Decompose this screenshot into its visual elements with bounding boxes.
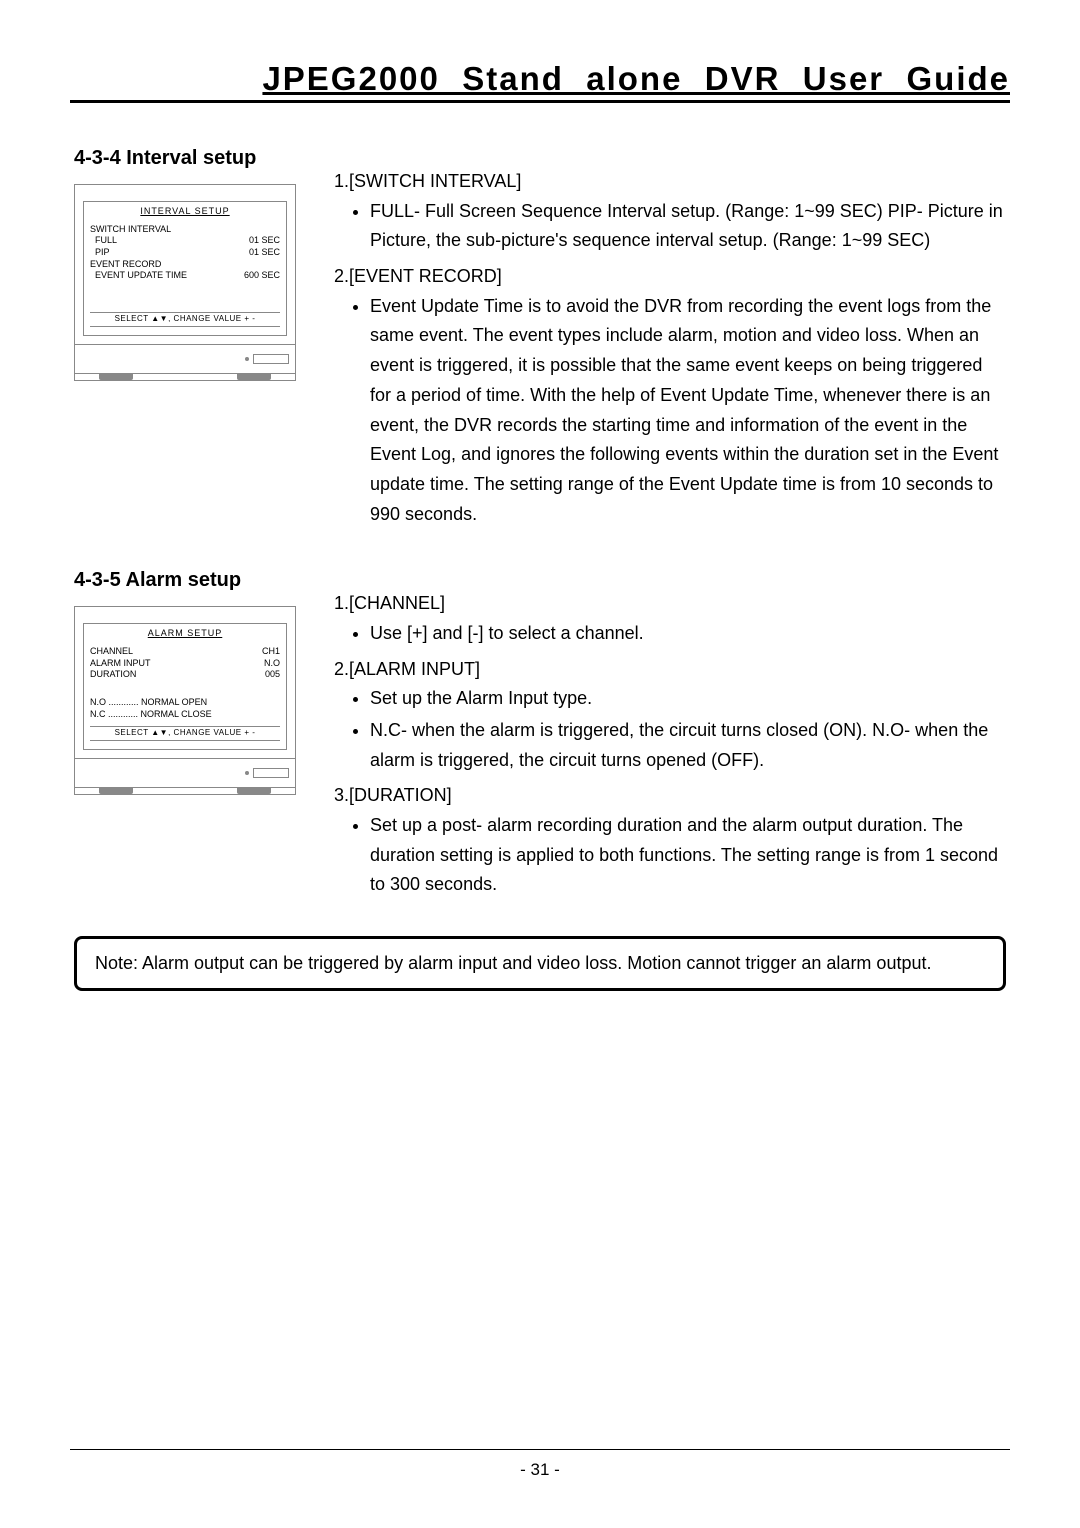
main-content: 4-3-4 Interval setup INTERVAL SETUP SWIT…: [70, 143, 1010, 991]
foot-icon: [237, 788, 271, 794]
page: JPEG2000 Stand alone DVR User Guide 4-3-…: [0, 0, 1080, 1528]
interval-item1-label: 1.[SWITCH INTERVAL]: [334, 167, 1006, 197]
menu-label: EVENT RECORD: [90, 259, 161, 271]
alarm-item1-bullet: Use [+] and [-] to select a channel.: [370, 619, 1006, 649]
drive-icon: [253, 768, 289, 778]
title-block: JPEG2000 Stand alone DVR User Guide: [70, 60, 1010, 103]
menu-label: CHANNEL: [90, 646, 133, 658]
menu-label: ALARM INPUT: [90, 658, 151, 670]
menu-label: SWITCH INTERVAL: [90, 224, 171, 236]
interval-menu-title: INTERVAL SETUP: [90, 206, 280, 218]
alarm-monitor: ALARM SETUP CHANNEL CH1 ALARM INPUT N.O DU…: [74, 606, 314, 795]
menu-val: 01 SEC: [249, 247, 280, 259]
interval-monitor: INTERVAL SETUP SWITCH INTERVAL FULL 01 SE…: [74, 184, 314, 381]
drive-icon: [253, 354, 289, 364]
interval-left: 4-3-4 Interval setup INTERVAL SETUP SWIT…: [74, 143, 314, 535]
alarm-item3-bullet: Set up a post- alarm recording duration …: [370, 811, 1006, 900]
alarm-item1-label: 1.[CHANNEL]: [334, 589, 1006, 619]
page-footer: - 31 -: [70, 1449, 1010, 1480]
page-number: - 31 -: [520, 1460, 560, 1479]
menu-val: 600 SEC: [244, 270, 280, 282]
menu-label: FULL: [90, 235, 117, 247]
foot-icon: [237, 374, 271, 380]
section-alarm: 4-3-5 Alarm setup ALARM SETUP CHANNEL CH1…: [74, 565, 1006, 906]
interval-heading: 4-3-4 Interval setup: [74, 147, 314, 170]
alarm-menu-note: N.O ............ NORMAL OPEN: [90, 697, 280, 709]
foot-icon: [99, 374, 133, 380]
alarm-item3-label: 3.[DURATION]: [334, 781, 1006, 811]
interval-menu-legend: SELECT ▲▼, CHANGE VALUE + -: [90, 312, 280, 326]
menu-label: EVENT UPDATE TIME: [90, 270, 187, 282]
doc-title: JPEG2000 Stand alone DVR User Guide: [70, 60, 1010, 98]
alarm-item2-label: 2.[ALARM INPUT]: [334, 655, 1006, 685]
interval-item2-bullet: Event Update Time is to avoid the DVR fr…: [370, 292, 1006, 530]
alarm-menu-legend: SELECT ▲▼, CHANGE VALUE + -: [90, 726, 280, 740]
alarm-menu-title: ALARM SETUP: [90, 628, 280, 640]
note-box: Note: Alarm output can be triggered by a…: [74, 936, 1006, 991]
interval-item2-label: 2.[EVENT RECORD]: [334, 262, 1006, 292]
alarm-item2-bullet: Set up the Alarm Input type.: [370, 684, 1006, 714]
section-interval: 4-3-4 Interval setup INTERVAL SETUP SWIT…: [74, 143, 1006, 535]
menu-label: DURATION: [90, 669, 136, 681]
alarm-heading: 4-3-5 Alarm setup: [74, 569, 314, 592]
alarm-menu-note: N.C ............ NORMAL CLOSE: [90, 709, 280, 721]
alarm-item2-bullet: N.C- when the alarm is triggered, the ci…: [370, 716, 1006, 775]
menu-val: N.O: [264, 658, 280, 670]
alarm-left: 4-3-5 Alarm setup ALARM SETUP CHANNEL CH1…: [74, 565, 314, 906]
interval-item1-bullet: FULL- Full Screen Sequence Interval setu…: [370, 197, 1006, 256]
led-icon: [245, 771, 249, 775]
menu-val: CH1: [262, 646, 280, 658]
menu-label: PIP: [90, 247, 110, 259]
menu-val: 005: [265, 669, 280, 681]
led-icon: [245, 357, 249, 361]
foot-icon: [99, 788, 133, 794]
menu-val: 01 SEC: [249, 235, 280, 247]
alarm-text: 1.[CHANNEL] Use [+] and [-] to select a …: [314, 565, 1006, 906]
interval-text: 1.[SWITCH INTERVAL] FULL- Full Screen Se…: [314, 143, 1006, 535]
